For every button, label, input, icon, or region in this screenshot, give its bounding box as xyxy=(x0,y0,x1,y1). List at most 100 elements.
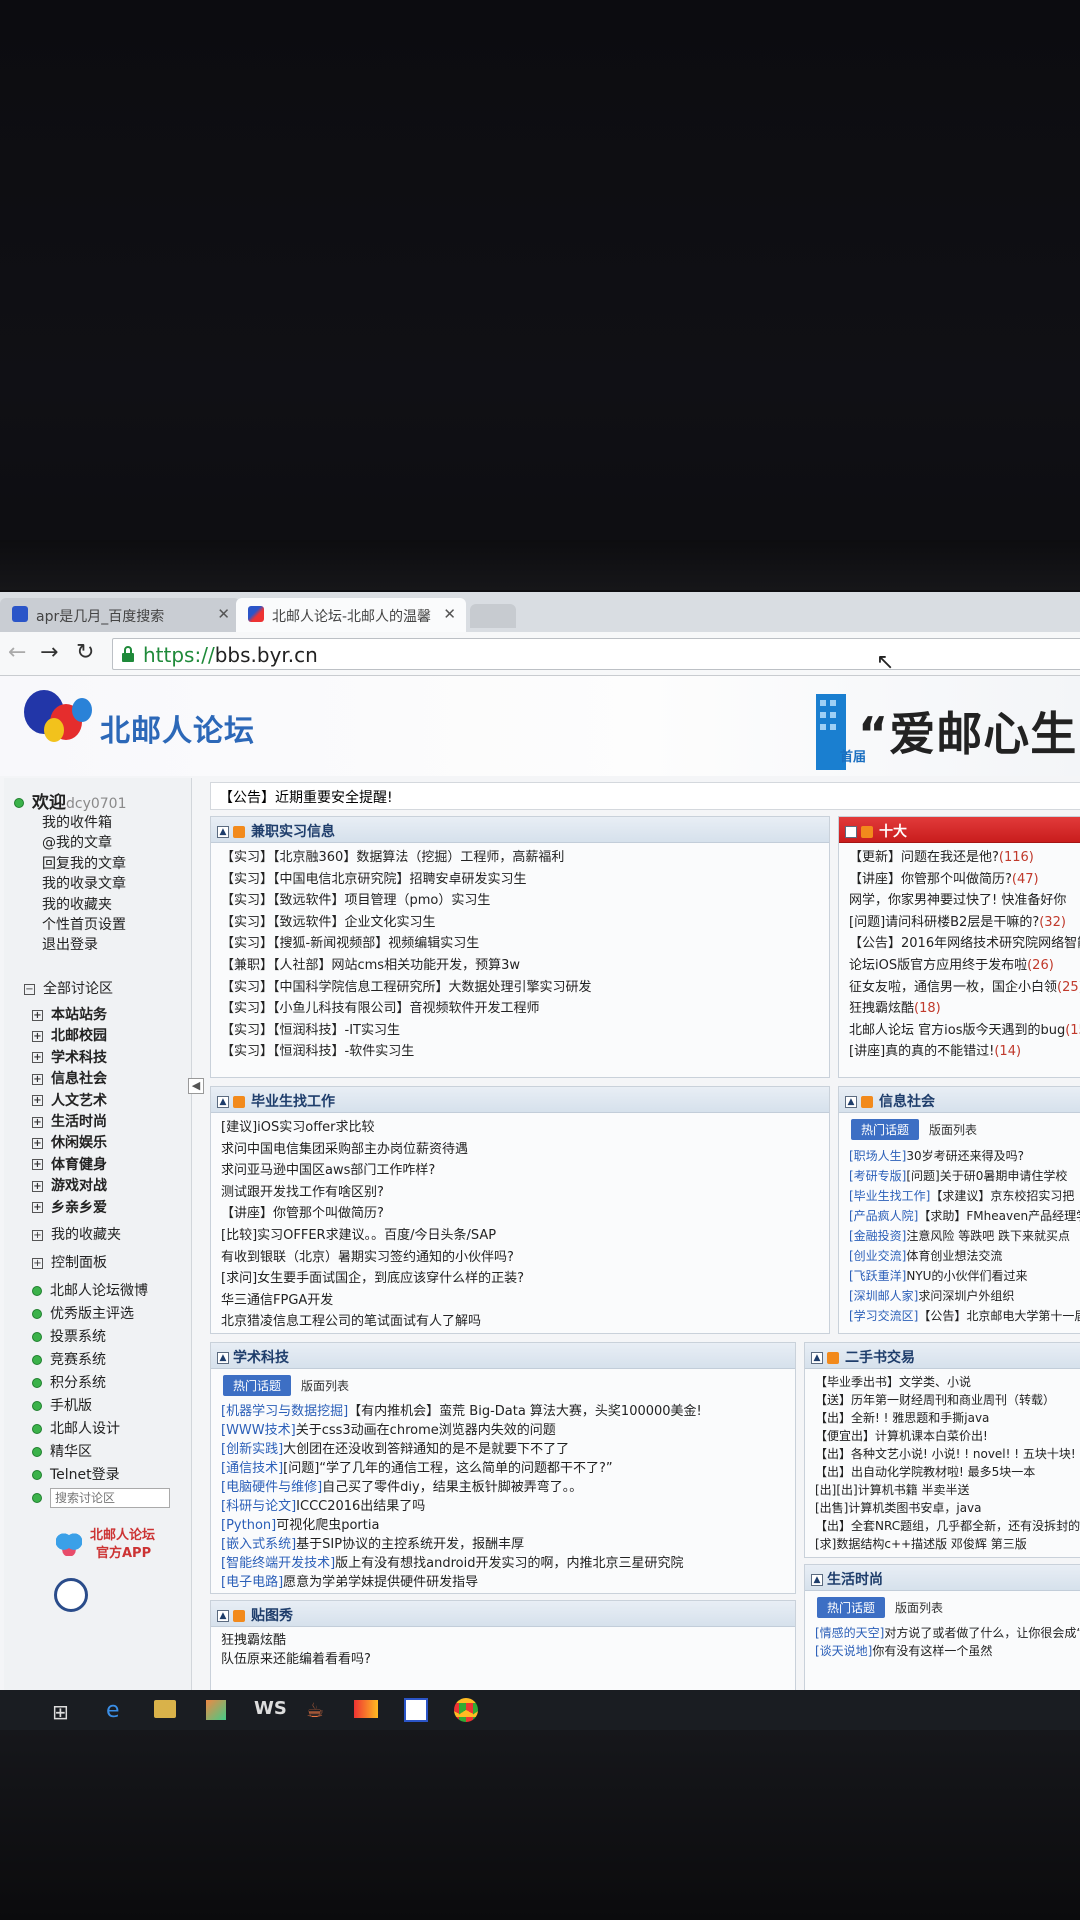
post-link[interactable]: 【出】全新! ! 雅思题和手撕java xyxy=(815,1409,1080,1427)
post-link[interactable]: [创新实践]大创团在还没收到答辩通知的是不是就要下不了了 xyxy=(221,1440,785,1459)
file-explorer-icon[interactable] xyxy=(154,1700,176,1718)
post-link[interactable]: [毕业生找工作]【求建议】京东校招实习把 xyxy=(849,1186,1080,1206)
post-link[interactable]: 【实习】【恒润科技】-IT实习生 xyxy=(221,1020,819,1042)
post-link[interactable]: [WWW技术]关于css3动画在chrome浏览器内失效的问题 xyxy=(221,1421,785,1440)
post-link[interactable]: [通信技术][问题]“学了几年的通信工程，这么简单的问题都干不了?” xyxy=(221,1459,785,1478)
post-link[interactable]: [电脑硬件与维修]自己买了零件diy，结果主板针脚被弄弯了。。 xyxy=(221,1478,785,1497)
post-link[interactable]: [金融投资]注意风险 等跌吧 跌下来就买点 xyxy=(849,1226,1080,1246)
post-link[interactable]: [科研与论文]ICCC2016出结果了吗 xyxy=(221,1497,785,1516)
board-tag[interactable]: [创新实践] xyxy=(221,1442,283,1457)
board-tag[interactable]: [嵌入式系统] xyxy=(221,1537,296,1552)
board-tag[interactable]: [机器学习与数据挖掘] xyxy=(221,1404,348,1419)
forward-arrow-icon[interactable]: → xyxy=(40,640,58,665)
post-link[interactable]: [Python]可视化爬虫portia xyxy=(221,1516,785,1535)
post-link[interactable]: [职场人生]30岁考研还来得及吗? xyxy=(849,1146,1080,1166)
service-link[interactable]: 优秀版主评选 xyxy=(32,1303,220,1323)
collapse-icon[interactable]: ▲ xyxy=(217,1096,229,1108)
post-link[interactable]: 【实习】【致远软件】企业文化实习生 xyxy=(221,912,819,934)
post-link[interactable]: 【实习】【北京融360】数据算法（挖掘）工程师，高薪福利 xyxy=(221,847,819,869)
post-link[interactable]: [嵌入式系统]基于SIP协议的主控系统开发，报酬丰厚 xyxy=(221,1535,785,1554)
post-link[interactable]: 测试跟开发找工作有啥区别? xyxy=(221,1182,819,1204)
tab-hot-topics[interactable]: 热门话题 xyxy=(223,1375,292,1396)
collapse-icon[interactable]: ▲ xyxy=(217,1352,229,1364)
panel-header[interactable]: ▲ 学术科技 xyxy=(211,1343,795,1369)
windows-start-icon[interactable]: ⊞ xyxy=(52,1700,69,1724)
post-link[interactable]: 【实习】【小鱼儿科技有限公司】音视频软件开发工程师 xyxy=(221,998,819,1020)
collapse-icon[interactable]: ▲ xyxy=(811,1352,823,1364)
post-link[interactable]: 有收到银联（北京）暑期实习签约通知的小伙伴吗? xyxy=(221,1247,819,1269)
board-tag[interactable]: [WWW技术] xyxy=(221,1423,296,1438)
sidebar-board-item[interactable]: + 本站站务 xyxy=(32,1004,220,1024)
top10-item[interactable]: [问题]请问科研楼B2层是干嘛的?(32) xyxy=(849,912,1080,934)
tab-board-list[interactable]: 版面列表 xyxy=(919,1119,987,1140)
sidebar-board-item[interactable]: + 学术科技 xyxy=(32,1047,220,1067)
post-link[interactable]: 【实习】【搜狐-新闻视频部】视频编辑实习生 xyxy=(221,933,819,955)
service-link[interactable]: 精华区 xyxy=(32,1441,220,1461)
rss-icon[interactable] xyxy=(233,826,245,838)
rss-icon[interactable] xyxy=(861,826,873,838)
board-tag[interactable]: [科研与论文] xyxy=(221,1499,296,1514)
rss-icon[interactable] xyxy=(233,1610,245,1622)
sidebar-board-item[interactable]: + 北邮校园 xyxy=(32,1025,220,1045)
post-link[interactable]: [出][出]计算机书籍 半卖半送 xyxy=(815,1481,1080,1499)
edge-browser-icon[interactable]: e xyxy=(106,1698,120,1723)
board-tag[interactable]: [金融投资] xyxy=(849,1229,906,1243)
board-tag[interactable]: [谈天说地] xyxy=(815,1644,872,1658)
panel-header[interactable]: ▲ 贴图秀 xyxy=(211,1601,795,1627)
board-search-input[interactable] xyxy=(50,1488,170,1508)
service-link[interactable]: 手机版 xyxy=(32,1395,220,1415)
tab-hot-topics[interactable]: 热门话题 xyxy=(817,1597,886,1618)
sidebar-collapse-icon[interactable]: ◀ xyxy=(188,1078,204,1094)
post-link[interactable]: [智能终端开发技术]版上有没有想找android开发实习的啊，内推北京三星研究院 xyxy=(221,1554,785,1573)
board-tag[interactable]: [学习交流区] xyxy=(849,1309,918,1323)
post-link[interactable]: 【出】各种文艺小说! 小说! ! novel! ! 五块十块! xyxy=(815,1445,1080,1463)
post-link[interactable]: 【出】出自动化学院教材啦! 最多5块一本 xyxy=(815,1463,1080,1481)
post-link[interactable]: 【送】历年第一财经周刊和商业周刊（转载） xyxy=(815,1391,1080,1409)
reload-icon[interactable]: ↻ xyxy=(76,640,94,665)
board-tag[interactable]: [产品疯人院] xyxy=(849,1209,918,1223)
post-link[interactable]: [产品疯人院]【求助】FMheaven产品经理学 xyxy=(849,1206,1080,1226)
post-link[interactable]: 【毕业季出书】文学类、小说 xyxy=(815,1373,1080,1391)
post-link[interactable]: [学习交流区]【公告】北京邮电大学第十一届 xyxy=(849,1306,1080,1326)
post-link[interactable]: 【实习】【中国科学院信息工程研究所】大数据处理引擎实习研发 xyxy=(221,977,819,999)
top10-item[interactable]: 【更新】问题在我还是他?(116) xyxy=(849,847,1080,869)
board-tag[interactable]: [智能终端开发技术] xyxy=(221,1556,335,1571)
top10-item[interactable]: [讲座]真的真的不能错过!(14) xyxy=(849,1041,1080,1063)
sidebar-board-item[interactable]: + 体育健身 xyxy=(32,1154,220,1174)
post-link[interactable]: 华三通信FPGA开发 xyxy=(221,1290,819,1312)
post-link[interactable]: [谈天说地]你有没有这样一个虽然 xyxy=(815,1642,1080,1660)
panel-header[interactable]: ▲ 十大 xyxy=(839,817,1080,843)
post-link[interactable]: [考研专版][问题]关于研0暑期申请住学校 xyxy=(849,1166,1080,1186)
board-tag[interactable]: [情感的天空] xyxy=(815,1626,884,1640)
rss-icon[interactable] xyxy=(233,1096,245,1108)
post-link[interactable]: [比较]实习OFFER求建议。。百度/今日头条/SAP xyxy=(221,1225,819,1247)
board-tag[interactable]: [考研专版] xyxy=(849,1169,906,1183)
collapse-icon[interactable]: ▲ xyxy=(217,1610,229,1622)
collapse-icon[interactable]: ▲ xyxy=(811,1574,823,1586)
panel-header[interactable]: ▲ 信息社会 xyxy=(839,1087,1080,1113)
board-tag[interactable]: [飞跃重洋] xyxy=(849,1269,906,1283)
post-link[interactable]: 【实习】【中国电信北京研究院】招聘安卓研发实习生 xyxy=(221,869,819,891)
chrome-icon[interactable] xyxy=(454,1698,478,1722)
service-link[interactable]: 投票系统 xyxy=(32,1326,220,1346)
top10-item[interactable]: 征女友啦，通信男一枚，国企小白领(25) xyxy=(849,977,1080,999)
board-tag[interactable]: [电脑硬件与维修] xyxy=(221,1480,322,1495)
tab-hot-topics[interactable]: 热门话题 xyxy=(851,1119,920,1140)
service-link[interactable]: 北邮人论坛微博 xyxy=(32,1280,220,1300)
post-link[interactable]: 狂拽霸炫酷 xyxy=(221,1631,785,1650)
post-link[interactable]: 北京猎凌信息工程公司的笔试面试有人了解吗 xyxy=(221,1311,819,1333)
favorites-toggle[interactable]: + 我的收藏夹 xyxy=(32,1224,220,1244)
post-link[interactable]: 【实习】【致远软件】项目管理（pmo）实习生 xyxy=(221,890,819,912)
post-link[interactable]: [电子电路]愿意为学弟学妹提供硬件研发指导 xyxy=(221,1573,785,1592)
post-link[interactable]: [出售]计算机类图书安卓，java xyxy=(815,1499,1080,1517)
post-link[interactable]: 队伍原来还能编着看看吗? xyxy=(221,1650,785,1669)
post-link[interactable]: 【实习】【恒润科技】-软件实习生 xyxy=(221,1041,819,1063)
url-input[interactable]: https://bbs.byr.cn xyxy=(112,638,1080,670)
rss-icon[interactable] xyxy=(827,1352,839,1364)
top10-item[interactable]: 【讲座】你管那个叫做简历?(47) xyxy=(849,869,1080,891)
board-tag[interactable]: [深圳邮人家] xyxy=(849,1289,918,1303)
service-link[interactable]: 竞赛系统 xyxy=(32,1349,220,1369)
post-link[interactable]: [创业交流]体育创业想法交流 xyxy=(849,1246,1080,1266)
post-link[interactable]: 【出】全套NRC题组，几乎都全新，还有没拆封的 xyxy=(815,1517,1080,1535)
post-link[interactable]: 【便宜出】计算机课本白菜价出! xyxy=(815,1427,1080,1445)
